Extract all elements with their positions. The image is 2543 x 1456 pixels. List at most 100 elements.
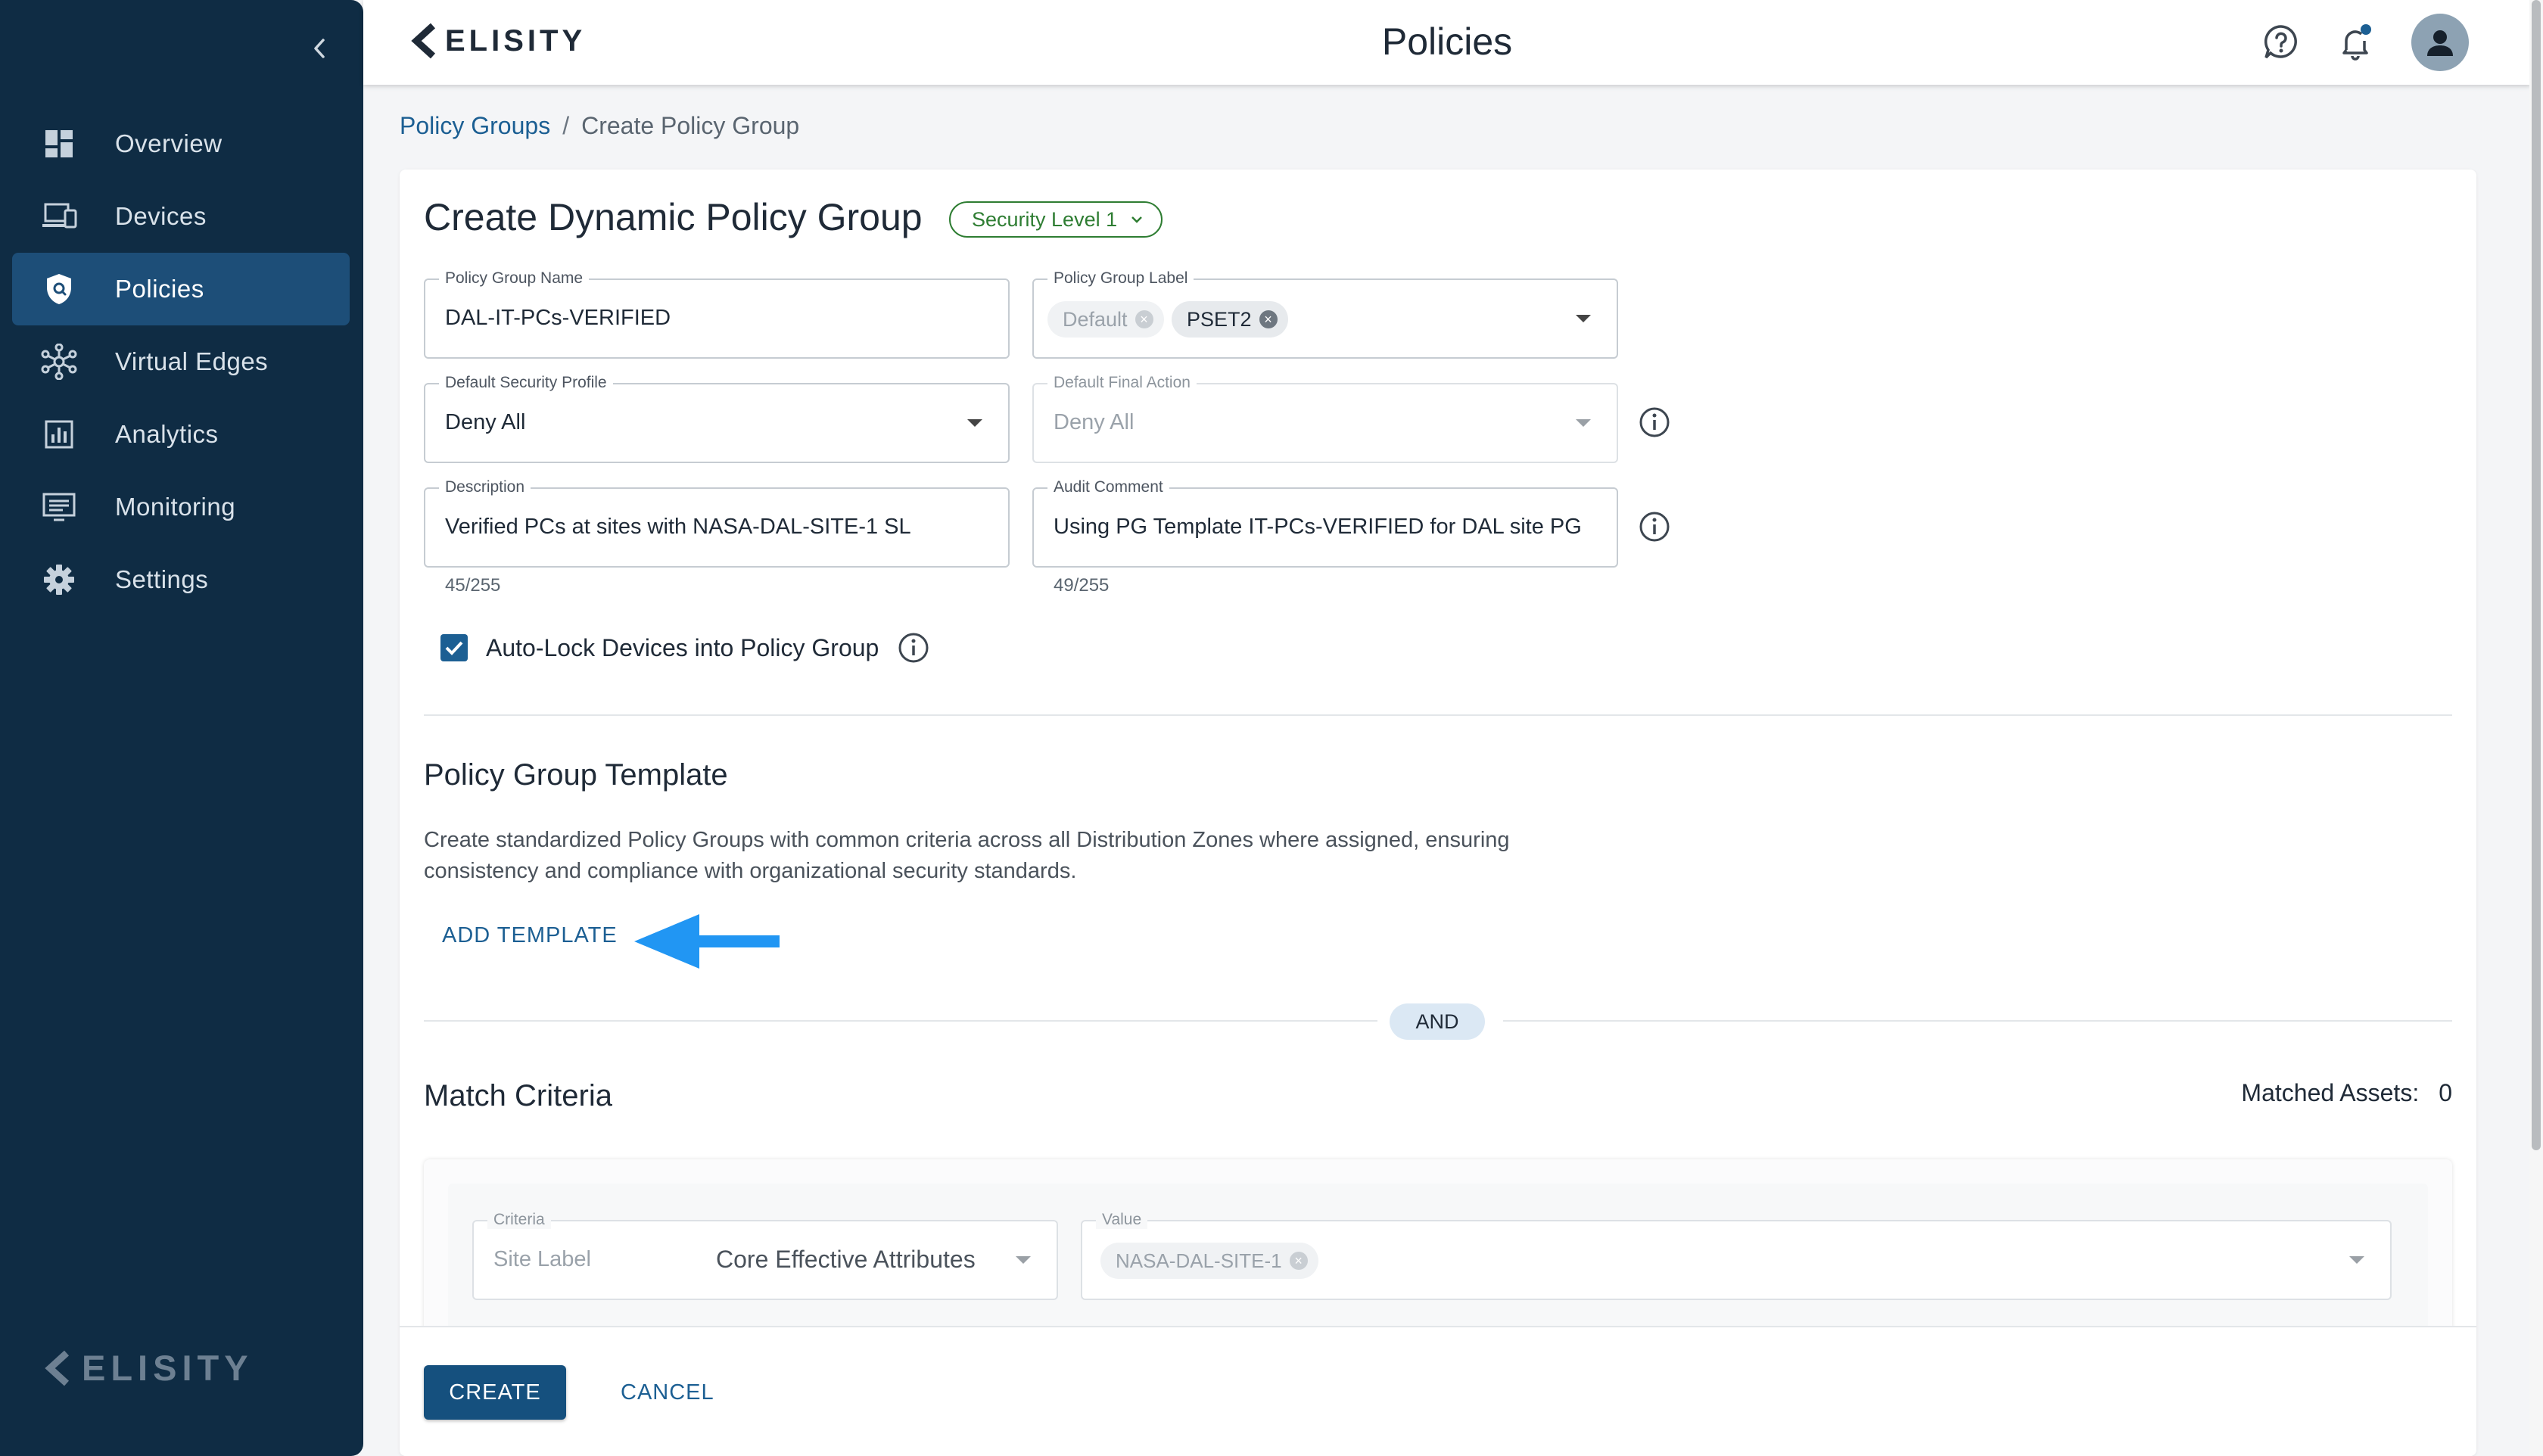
sidebar-item-label: Overview xyxy=(115,129,223,157)
sidebar-item-label: Devices xyxy=(115,202,207,230)
sidebar-item-monitoring[interactable]: Monitoring xyxy=(12,471,350,543)
sidebar-item-overview[interactable]: Overview xyxy=(12,107,350,180)
criteria-select[interactable]: Criteria Site Label Core Effective Attri… xyxy=(472,1211,1058,1300)
description-char-counter: 45/255 xyxy=(445,575,501,596)
sidebar-item-label: Analytics xyxy=(115,420,219,448)
create-policy-group-card: Create Dynamic Policy Group Security Lev… xyxy=(400,170,2476,1456)
help-icon xyxy=(2264,25,2297,59)
notifications-button[interactable] xyxy=(2336,23,2375,62)
user-icon xyxy=(2427,30,2453,56)
audit-comment-info-icon[interactable] xyxy=(1638,510,1671,543)
field-label: Audit Comment xyxy=(1047,478,1169,496)
tag-label: NASA-DAL-SITE-1 xyxy=(1116,1249,1282,1272)
sidebar-nav: Overview Devices Policies Virtual Edges … xyxy=(12,107,350,616)
default-final-action-select: Default Final Action Deny All xyxy=(1032,374,1618,463)
help-button[interactable] xyxy=(2261,23,2301,62)
remove-tag-icon: × xyxy=(1289,1252,1308,1270)
breadcrumb-separator: / xyxy=(562,112,570,139)
elisity-logo-icon xyxy=(45,1350,70,1386)
monitor-icon xyxy=(41,489,77,525)
select-value: Deny All xyxy=(445,410,526,434)
page-scrollbar[interactable] xyxy=(2529,0,2543,1456)
remove-tag-icon: × xyxy=(1135,310,1153,328)
topbar-logo[interactable]: ELISITY xyxy=(410,23,586,59)
chevron-down-icon[interactable] xyxy=(1576,315,1591,322)
chevron-down-icon xyxy=(1576,419,1591,427)
dashboard-icon xyxy=(41,126,77,162)
field-label: Default Final Action xyxy=(1047,374,1197,392)
shield-icon xyxy=(41,271,77,307)
label-tag-default: Default × xyxy=(1047,301,1164,338)
page-title: Create Dynamic Policy Group xyxy=(424,196,923,238)
default-security-profile-select[interactable]: Default Security Profile Deny All xyxy=(424,374,1010,463)
sidebar-item-analytics[interactable]: Analytics xyxy=(12,398,350,471)
sidebar-item-virtual-edges[interactable]: Virtual Edges xyxy=(12,325,350,398)
sidebar-item-settings[interactable]: Settings xyxy=(12,543,350,616)
remove-tag-icon[interactable]: × xyxy=(1259,310,1278,328)
criteria-key: Site Label xyxy=(493,1247,591,1271)
value-tag-site: NASA-DAL-SITE-1 × xyxy=(1100,1243,1318,1279)
description-field[interactable]: Description Verified PCs at sites with N… xyxy=(424,478,1010,568)
and-operator-chip: AND xyxy=(1390,1003,1485,1040)
criteria-value-field[interactable]: Value NASA-DAL-SITE-1 × xyxy=(1081,1211,2392,1300)
create-button[interactable]: CREATE xyxy=(424,1365,566,1420)
breadcrumb: Policy Groups / Create Policy Group xyxy=(400,112,799,140)
form-footer: CREATE CANCEL xyxy=(400,1326,2476,1456)
sidebar-item-label: Virtual Edges xyxy=(115,347,269,375)
criteria-value: Core Effective Attributes xyxy=(716,1246,976,1273)
audit-comment-field[interactable]: Audit Comment Using PG Template IT-PCs-V… xyxy=(1032,478,1618,568)
sidebar-item-policies[interactable]: Policies xyxy=(12,253,350,325)
auto-lock-label: Auto-Lock Devices into Policy Group xyxy=(486,633,879,661)
breadcrumb-policy-groups-link[interactable]: Policy Groups xyxy=(400,112,550,140)
and-divider-left xyxy=(424,1020,1377,1022)
audit-comment-input[interactable]: Using PG Template IT-PCs-VERIFIED for DA… xyxy=(1054,515,1582,540)
select-value: Deny All xyxy=(1054,410,1135,434)
field-label: Policy Group Label xyxy=(1047,269,1194,288)
devices-icon xyxy=(41,198,77,235)
tag-label: PSET2 xyxy=(1187,307,1252,331)
bell-icon xyxy=(2342,24,2371,61)
template-section-title: Policy Group Template xyxy=(424,758,728,792)
sidebar-item-label: Settings xyxy=(115,565,209,593)
security-level-dropdown[interactable]: Security Level 1 xyxy=(949,201,1163,238)
scrollbar-thumb[interactable] xyxy=(2532,0,2541,1150)
field-label: Default Security Profile xyxy=(439,374,613,392)
section-divider xyxy=(424,714,2452,716)
chevron-left-icon xyxy=(314,39,325,58)
field-label: Criteria xyxy=(487,1211,551,1229)
template-section-description: Create standardized Policy Groups with c… xyxy=(424,828,1510,883)
tag-label: Default xyxy=(1063,307,1128,331)
user-avatar[interactable] xyxy=(2411,14,2469,71)
sidebar-logo: ELISITY xyxy=(44,1347,254,1389)
field-label: Value xyxy=(1096,1211,1148,1229)
final-action-info-icon[interactable] xyxy=(1638,406,1671,439)
checkmark-icon xyxy=(445,641,463,655)
auto-lock-info-icon[interactable] xyxy=(897,631,930,664)
cancel-button[interactable]: CANCEL xyxy=(621,1365,714,1420)
matched-assets-count: 0 xyxy=(2439,1079,2452,1106)
matched-assets-label: Matched Assets: xyxy=(2241,1079,2420,1106)
sidebar: Overview Devices Policies Virtual Edges … xyxy=(0,0,363,1456)
elisity-logo-icon xyxy=(411,23,436,59)
sidebar-item-label: Monitoring xyxy=(115,493,236,521)
collapse-sidebar-button[interactable] xyxy=(307,36,331,61)
match-criteria-title: Match Criteria xyxy=(424,1079,612,1112)
sidebar-item-devices[interactable]: Devices xyxy=(12,180,350,253)
annotation-arrow-icon xyxy=(634,914,780,969)
breadcrumb-current: Create Policy Group xyxy=(581,112,800,139)
network-nodes-icon xyxy=(41,344,77,380)
chevron-down-icon xyxy=(2349,1256,2364,1264)
add-template-button[interactable]: ADD TEMPLATE xyxy=(442,923,618,948)
auto-lock-checkbox[interactable] xyxy=(440,634,468,661)
field-label: Description xyxy=(439,478,531,496)
policy-group-name-field[interactable]: Policy Group Name DAL-IT-PCs-VERIFIED xyxy=(424,269,1010,359)
chevron-down-icon xyxy=(1016,1256,1031,1264)
description-input[interactable]: Verified PCs at sites with NASA-DAL-SITE… xyxy=(445,515,911,540)
gear-icon xyxy=(41,562,77,598)
sidebar-logo-text: ELISITY xyxy=(82,1348,254,1388)
policy-group-name-input[interactable]: DAL-IT-PCs-VERIFIED xyxy=(445,306,671,331)
matched-assets: Matched Assets: 0 xyxy=(2241,1079,2452,1107)
and-divider-right xyxy=(1503,1020,2452,1022)
page-header-title: Policies xyxy=(1381,20,1513,63)
policy-group-label-field[interactable]: Policy Group Label Default × PSET2 × xyxy=(1032,269,1618,359)
